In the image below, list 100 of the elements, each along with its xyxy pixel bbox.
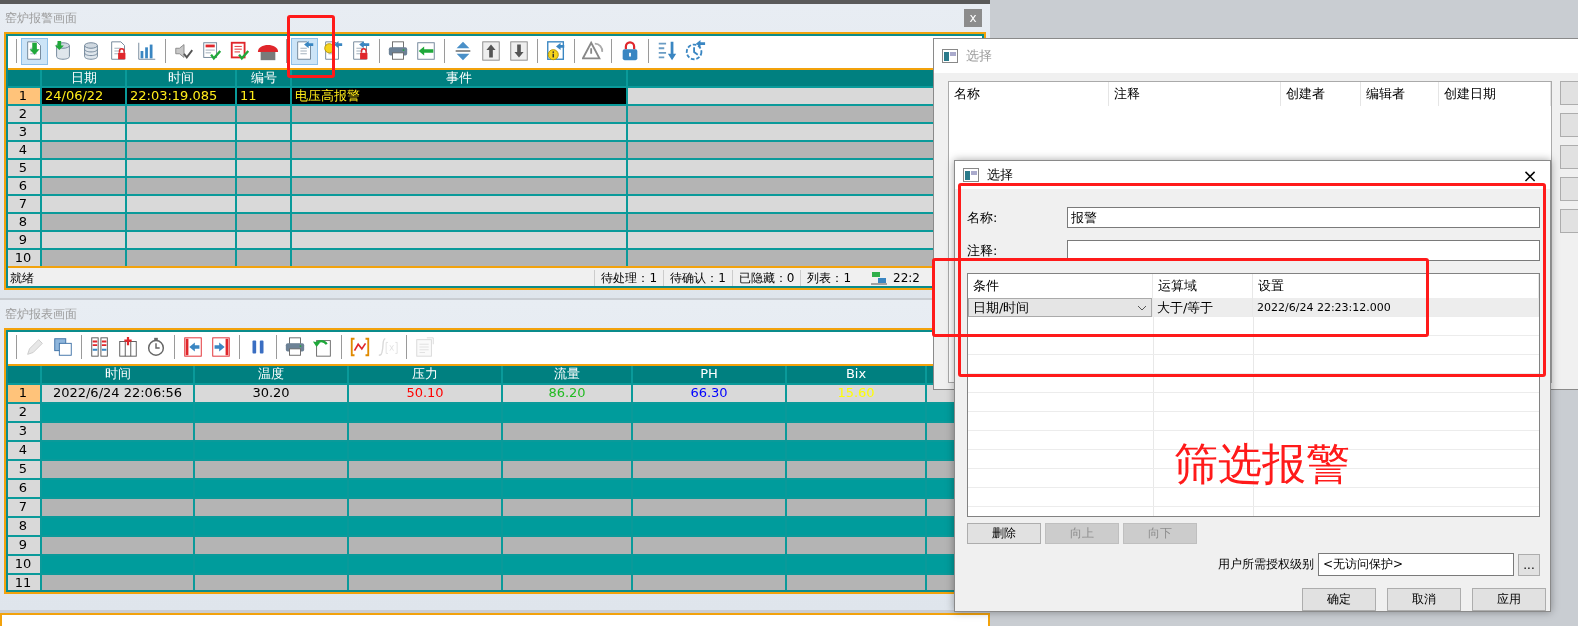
column-header[interactable]: 压力 bbox=[349, 366, 501, 383]
row-number: 10 bbox=[6, 556, 40, 573]
toolbar-button[interactable] bbox=[291, 37, 318, 65]
row-number: 9 bbox=[6, 537, 40, 554]
row-number: 8 bbox=[6, 518, 40, 535]
condition-dropdown[interactable]: 日期/时间 bbox=[968, 298, 1152, 317]
bracket-icon bbox=[348, 336, 371, 358]
document-check-icon bbox=[228, 40, 251, 62]
column-header[interactable]: 时间 bbox=[127, 70, 235, 86]
table-cell bbox=[237, 196, 290, 212]
close-button[interactable]: × bbox=[1510, 164, 1550, 186]
column-header[interactable]: 条件 bbox=[973, 278, 999, 293]
column-header[interactable]: 编号 bbox=[237, 70, 290, 86]
column-header[interactable]: 创建日期 bbox=[1439, 82, 1551, 106]
table-cell: 66.30 bbox=[633, 385, 785, 402]
column-header[interactable]: 注释 bbox=[1109, 82, 1281, 106]
toolbar-button[interactable] bbox=[21, 37, 48, 65]
field-label: 注释: bbox=[967, 241, 999, 260]
column-left-icon bbox=[181, 336, 204, 358]
window-title: 窑炉报表画面 bbox=[5, 305, 77, 323]
status-counter: 待确认：1 bbox=[663, 269, 732, 287]
table-cell: 2022/6/24 22:23:12.000 bbox=[1253, 298, 1539, 317]
row-number: 5 bbox=[6, 160, 40, 176]
table-cell: 电压高报警 bbox=[292, 88, 626, 104]
row-number: 4 bbox=[6, 442, 40, 459]
dialog-button[interactable]: 确定 bbox=[1302, 588, 1376, 611]
dialog-title: 选择 bbox=[966, 47, 992, 65]
status-time: 22:2 bbox=[892, 271, 921, 285]
copy-icon bbox=[51, 336, 74, 358]
header-cell bbox=[6, 70, 40, 86]
row-number: 8 bbox=[6, 214, 40, 230]
table-cell bbox=[237, 142, 290, 158]
document-info-icon bbox=[544, 40, 567, 62]
field-label: 用户所需授权级别 bbox=[1218, 556, 1314, 573]
table-cell: 15.60 bbox=[787, 385, 925, 402]
row-number: 2 bbox=[6, 106, 40, 122]
table-cell bbox=[237, 178, 290, 194]
column-header[interactable]: 时间 bbox=[42, 366, 193, 383]
table-cell: 22:03:19.085 bbox=[127, 88, 235, 104]
column-header[interactable]: 运算域 bbox=[1158, 278, 1197, 293]
window-title: 窑炉报警画面 bbox=[5, 9, 77, 27]
clock-icon bbox=[683, 40, 706, 62]
table-cell: 50.10 bbox=[349, 385, 501, 402]
status-text: 就绪 bbox=[10, 270, 34, 285]
row-number: 9 bbox=[6, 232, 40, 248]
column-header[interactable]: 编辑者 bbox=[1361, 82, 1439, 106]
row-number: 3 bbox=[6, 423, 40, 440]
printer-icon bbox=[283, 336, 306, 358]
column-header[interactable]: 名称 bbox=[949, 82, 1109, 106]
network-icon bbox=[871, 271, 888, 285]
status-counter: 列表：1 bbox=[800, 269, 858, 287]
function-icon bbox=[376, 336, 399, 358]
row-number: 10 bbox=[6, 250, 40, 266]
column-header[interactable]: 事件 bbox=[292, 70, 626, 86]
name-field[interactable]: 报警 bbox=[1067, 207, 1540, 228]
row-number: 5 bbox=[6, 461, 40, 478]
table-cell bbox=[237, 160, 290, 176]
row-number: 6 bbox=[6, 480, 40, 497]
row-number: 2 bbox=[6, 404, 40, 421]
status-counter: 已隐藏：0 bbox=[731, 269, 801, 287]
row-number: 4 bbox=[6, 142, 40, 158]
table-cell: 30.20 bbox=[195, 385, 347, 402]
dialog-button[interactable]: 取消 bbox=[1387, 588, 1461, 611]
column-header[interactable]: Bix bbox=[787, 366, 925, 383]
column-header[interactable]: 设置 bbox=[1258, 278, 1284, 293]
column-header[interactable]: 创建者 bbox=[1281, 82, 1361, 106]
row-number: 11 bbox=[6, 575, 40, 592]
row-button[interactable]: 删除 bbox=[967, 523, 1041, 544]
table-cell: 11 bbox=[237, 88, 290, 104]
columns-icon bbox=[88, 336, 111, 358]
row-number: 3 bbox=[6, 124, 40, 140]
dialog-button[interactable]: 应用 bbox=[1472, 588, 1546, 611]
warning-icon bbox=[581, 40, 604, 62]
table-cell bbox=[237, 106, 290, 122]
bar-chart-icon bbox=[135, 40, 158, 62]
table-cell bbox=[237, 124, 290, 140]
table-cell bbox=[237, 250, 290, 266]
table-cell: 86.20 bbox=[503, 385, 631, 402]
columns-icon bbox=[116, 336, 139, 358]
column-header[interactable]: 温度 bbox=[195, 366, 347, 383]
column-header[interactable]: PH bbox=[633, 366, 785, 383]
window-icon bbox=[963, 168, 979, 182]
highlight-frame bbox=[287, 15, 335, 78]
printer-icon bbox=[386, 40, 409, 62]
table-cell: 24/06/22 bbox=[42, 88, 125, 104]
row-number: 7 bbox=[6, 499, 40, 516]
table-cell bbox=[237, 214, 290, 230]
caret-icon bbox=[1137, 304, 1147, 311]
browse-button[interactable]: ... bbox=[1518, 553, 1540, 576]
authorization-field[interactable]: <无访问保护> bbox=[1318, 553, 1514, 576]
status-counter: 待处理：1 bbox=[594, 269, 664, 287]
row-number: 6 bbox=[6, 178, 40, 194]
row-number: 7 bbox=[6, 196, 40, 212]
annotation-text: 筛选报警 bbox=[1174, 437, 1350, 491]
document-icon bbox=[413, 336, 436, 358]
lightbulb-icon bbox=[321, 40, 344, 62]
document-check-icon bbox=[200, 40, 223, 62]
column-header[interactable]: 流量 bbox=[503, 366, 631, 383]
header-cell bbox=[6, 366, 40, 383]
column-header[interactable]: 日期 bbox=[42, 70, 125, 86]
